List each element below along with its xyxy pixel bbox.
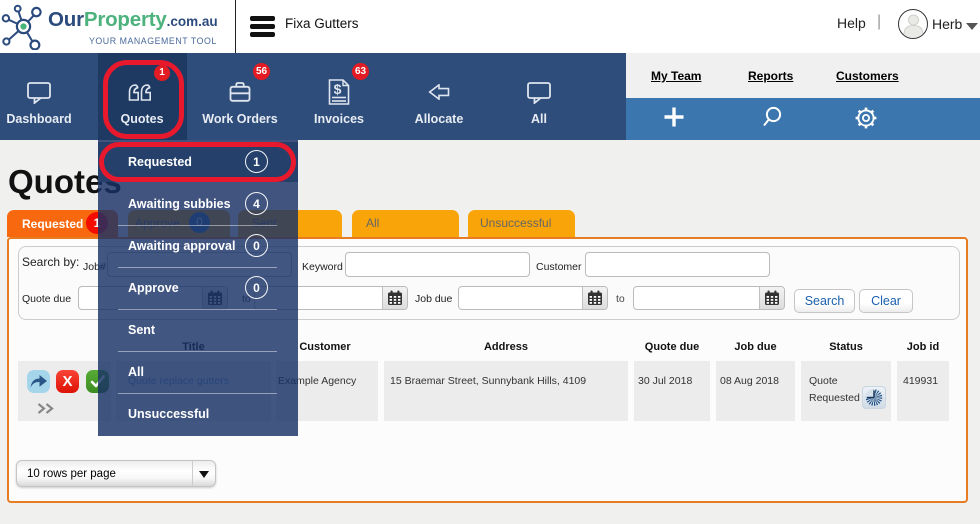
svg-text:$: $ bbox=[334, 81, 342, 97]
